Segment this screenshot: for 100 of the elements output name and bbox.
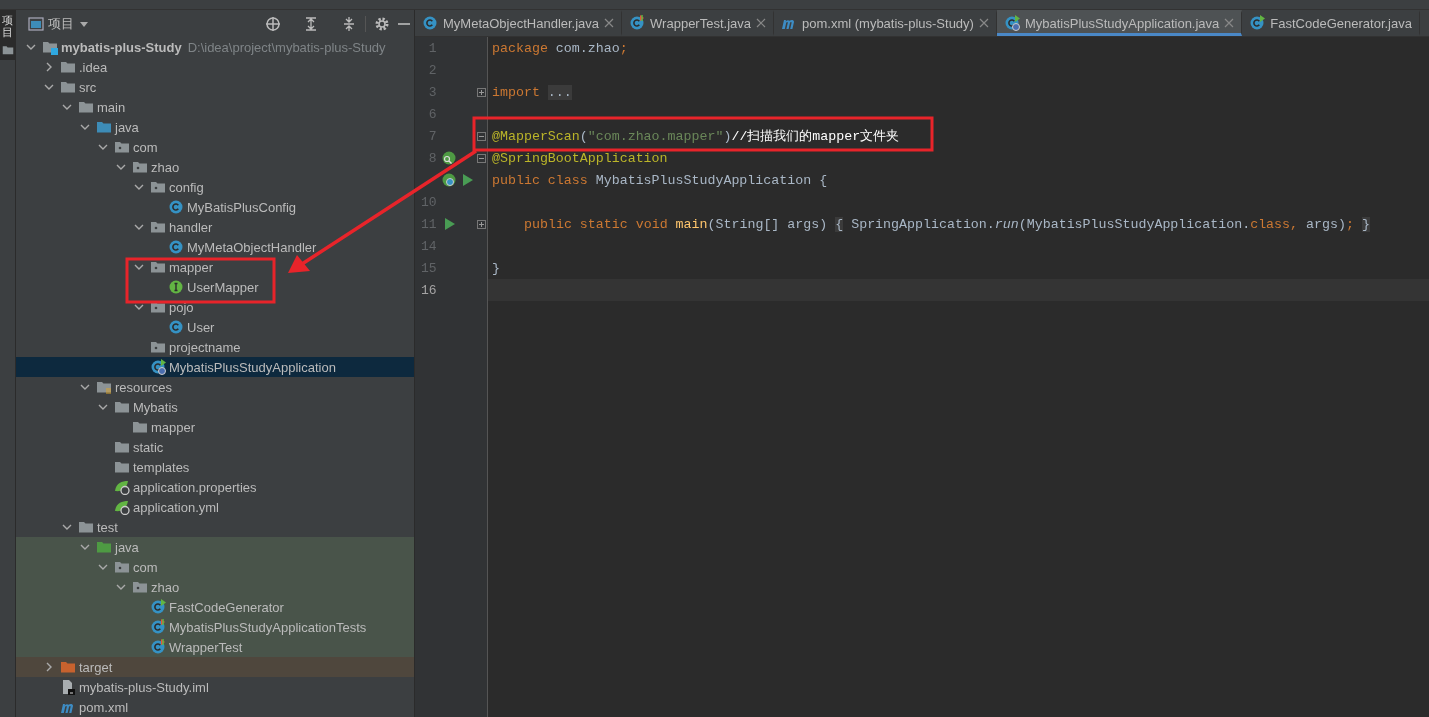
tree-item[interactable]: target [16,657,414,677]
close-icon [756,18,766,28]
settings-icon [374,15,390,32]
module-folder-icon [42,39,58,55]
tree-item[interactable]: MyMetaObjectHandler [16,237,414,257]
code-line: public static void main(String[] args) { SpringApplication.run(MybatisPlusStudyApplication.class, args); } [524,216,1370,232]
code-line: public class MybatisPlusStudyApplication { [492,172,828,188]
editor-tab[interactable]: MyMetaObjectHandler.java [415,10,623,36]
tree-item[interactable]: application.properties [16,477,414,497]
folder-icon [96,119,112,135]
fold-expand-icon[interactable] [477,87,486,97]
tree-item[interactable]: templates [16,457,414,477]
minimize-icon [398,22,410,25]
tree-item[interactable]: MybatisPlusStudyApplication [16,357,414,377]
editor-tab[interactable]: pom.xml (mybatis-plus-Study) [774,10,997,36]
tree-item[interactable]: User [16,317,414,337]
package-folder-icon [132,579,148,595]
close-icon [604,18,615,28]
locate-icon [265,15,281,32]
test-class-icon [629,15,646,31]
class-icon [168,199,184,215]
expand-all-icon [303,15,319,32]
editor-tab[interactable]: MybatisPlusStudyApplication.java [996,10,1243,36]
folder-icon [114,459,130,475]
project-path: D:\idea\project\mybatis-plus-Study [187,39,386,55]
editor-tab[interactable]: FastCodeGenerator.java [1242,10,1420,36]
test-class-icon [150,639,166,655]
package-folder-icon [150,339,166,355]
code-line: package com.zhao; [492,40,628,56]
file-icon [60,679,76,695]
line-number: 16 [420,282,437,298]
tree-item[interactable]: pom.xml [16,697,414,717]
spring-class-icon [1003,15,1020,31]
tree-item[interactable]: java [16,117,414,137]
tree-item[interactable]: mapper [16,417,414,437]
class-icon [168,239,184,255]
code-line: import ... [492,84,572,100]
folder-icon [60,59,76,75]
tree-item[interactable]: handler [16,217,414,237]
folder-icon [78,519,94,535]
tree-item[interactable]: FastCodeGenerator [16,597,414,617]
tree-item[interactable]: UserMapper [16,277,414,297]
spring-leaf-icon [114,499,130,515]
tree-item[interactable]: mybatis-plus-Study.iml [16,677,414,697]
collapse-all-icon [341,15,357,32]
panel-title[interactable]: 项目 [48,14,74,33]
code-line: @MapperScan("com.zhao.mapper")//扫描我们的mapper文件夹 [492,128,900,145]
folder-icon [60,79,76,95]
tree-item[interactable]: WrapperTest [16,637,414,657]
tree-item[interactable]: resources [16,377,414,397]
interface-icon [168,279,184,295]
tree-item[interactable]: projectname [16,337,414,357]
package-folder-icon [150,259,166,275]
folder-icon [114,439,130,455]
package-folder-icon [150,179,166,195]
tree-item[interactable]: MyBatisPlusConfig [16,197,414,217]
tree-item[interactable]: mybatis-plus-Study D:\idea\project\mybatis-plus-Study [16,37,414,57]
folder-icon [114,399,130,415]
tree-item[interactable]: main [16,97,414,117]
resources-folder-icon [96,379,112,395]
fold-collapse-icon[interactable] [477,153,486,163]
class-run-icon [1249,15,1266,31]
close-icon [1224,18,1235,28]
tree-item[interactable]: static [16,437,414,457]
class-icon [168,319,184,335]
test-class-icon [150,619,166,635]
close-icon [978,18,989,28]
folder-icon [132,419,148,435]
tree-item[interactable]: com [16,137,414,157]
tree-item[interactable]: java [16,537,414,557]
tree-item[interactable]: test [16,517,414,537]
package-folder-icon [150,219,166,235]
tree-item[interactable]: application.yml [16,497,414,517]
tree-item[interactable]: src [16,77,414,97]
tree-item[interactable]: MybatisPlusStudyApplicationTests [16,617,414,637]
folder-icon [96,539,112,555]
fold-collapse-icon[interactable] [477,131,486,141]
package-folder-icon [114,559,130,575]
package-folder-icon [132,159,148,175]
fold-expand-icon[interactable] [477,219,486,229]
tree-item[interactable]: com [16,557,414,577]
tree-item[interactable]: zhao [16,577,414,597]
tree-item[interactable]: zhao [16,157,414,177]
spring-class-icon [150,359,166,375]
code-line: @SpringBootApplication [492,150,668,166]
tree-item[interactable]: mapper [16,257,414,277]
folder-icon [78,99,94,115]
project-tool-tab[interactable]: 项目 [0,10,15,61]
class-icon [422,15,438,31]
tree-item[interactable]: Mybatis [16,397,414,417]
folder-icon [60,659,76,675]
code-line: } [492,260,500,276]
spring-leaf-icon [114,479,130,495]
panel-icon [28,15,44,32]
folder-icon [1,44,14,57]
tree-item[interactable]: pojo [16,297,414,317]
tree-item[interactable]: .idea [16,57,414,77]
tree-item[interactable]: config [16,177,414,197]
editor-tab[interactable]: WrapperTest.java [622,10,774,36]
class-run-icon [150,599,166,615]
